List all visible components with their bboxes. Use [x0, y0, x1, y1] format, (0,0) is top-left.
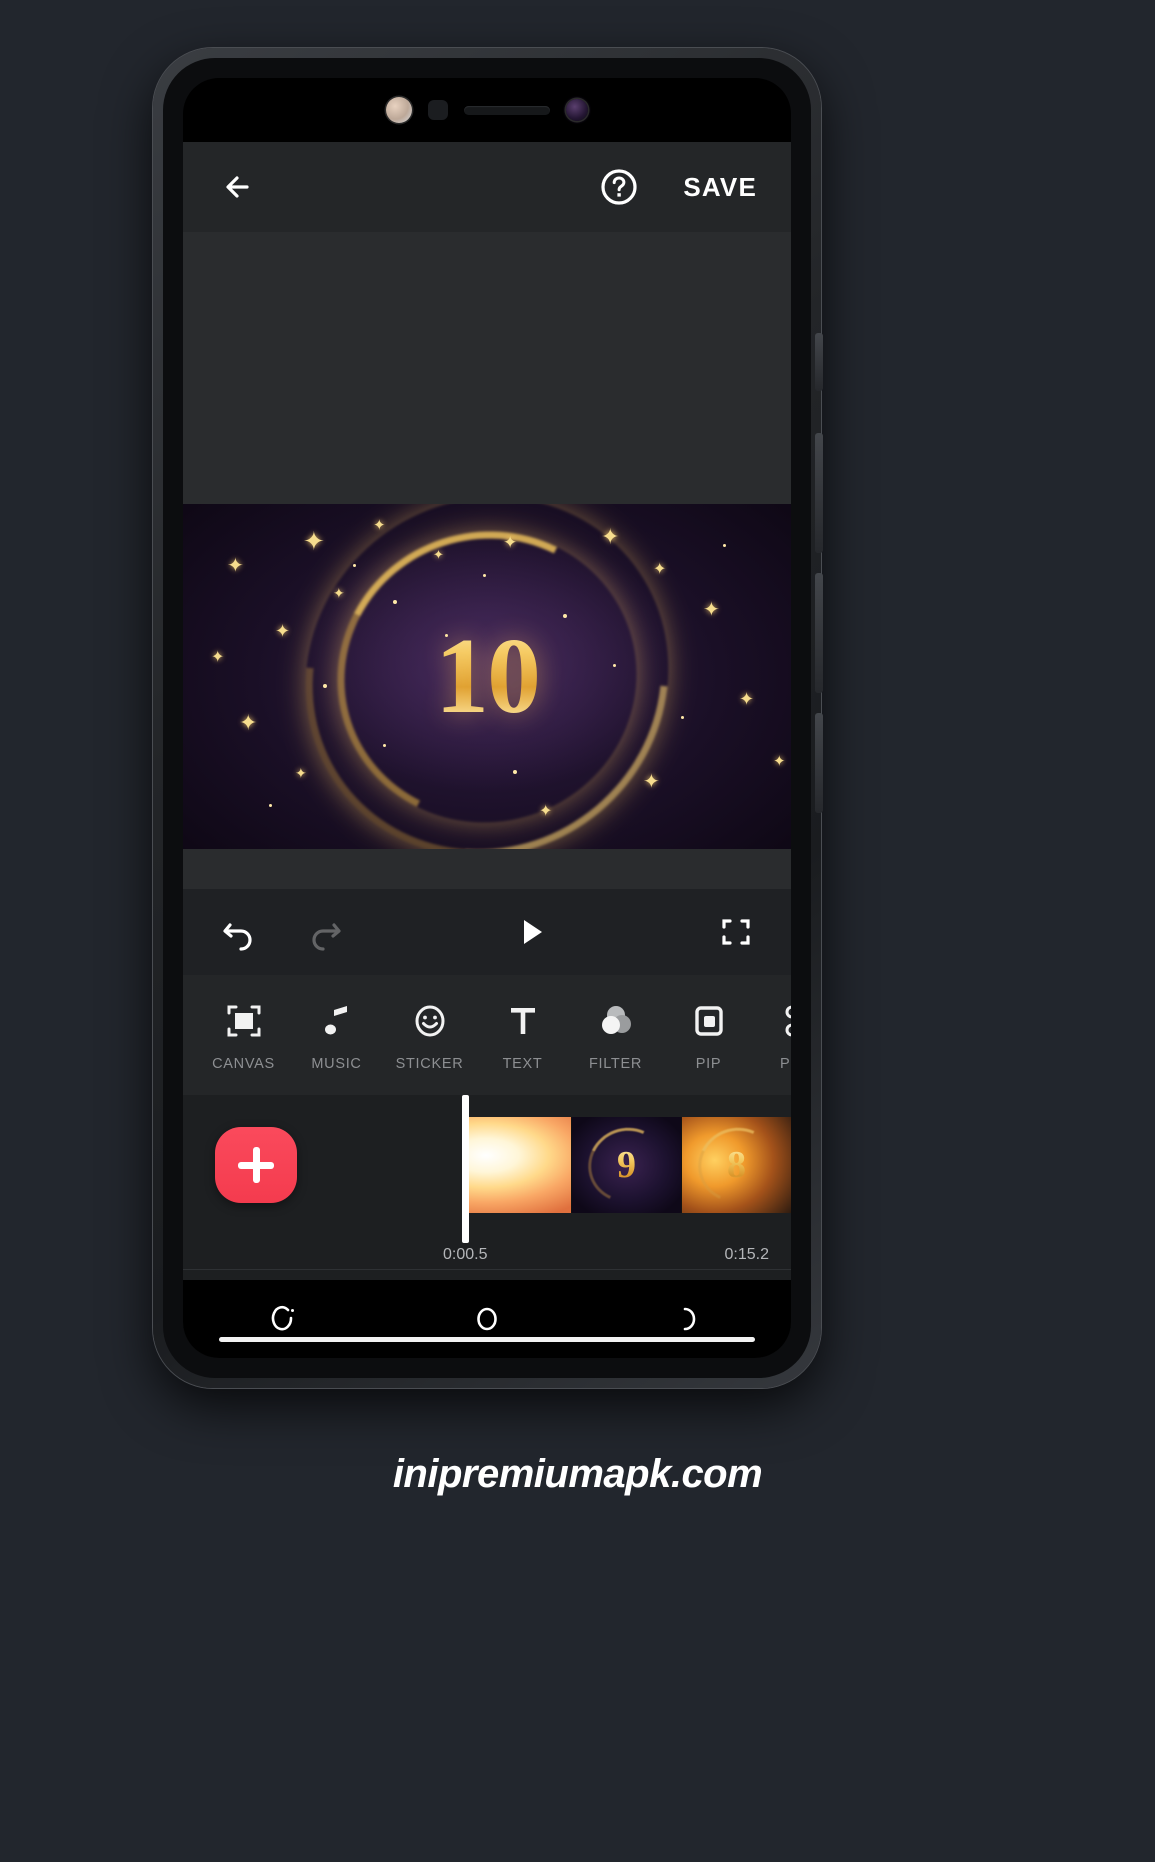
sparkle-dot	[483, 574, 486, 577]
watermark-text: inipremiumapk.com	[392, 1452, 763, 1496]
sparkle-star: ✦	[739, 689, 755, 709]
clip-number: 8	[727, 1144, 746, 1186]
phone-power-button[interactable]	[815, 713, 823, 813]
sensor-icon	[386, 97, 412, 123]
pip-icon	[690, 999, 728, 1043]
timeline-playhead[interactable]	[462, 1095, 469, 1243]
proximity-sensor-icon	[428, 100, 448, 120]
sparkle-star: ✦	[211, 649, 225, 666]
playback-right-group	[715, 911, 757, 953]
sparkle-dot	[723, 544, 726, 547]
earpiece-speaker	[464, 105, 550, 115]
phone-volume-up-button[interactable]	[815, 433, 823, 553]
tool-canvas[interactable]: CANVAS	[197, 999, 290, 1072]
tools-toolbar[interactable]: CANVAS MUSIC STICKER TEXT FILTER PIP P	[183, 975, 791, 1095]
android-navbar	[183, 1280, 791, 1358]
video-frame[interactable]: ✦ ✦ ✦ ✦ ✦ ✦ ✦ ✦ ✦ ✦ ✦ ✦ ✦ ✦ ✦ ✦ ✦ 10	[183, 504, 791, 849]
home-circle-icon[interactable]	[469, 1301, 505, 1337]
timeline-clip[interactable]: 8	[682, 1117, 791, 1213]
sparkle-star: ✦	[703, 599, 720, 621]
phone-notch	[337, 78, 637, 142]
countdown-number: 10	[435, 615, 541, 739]
tool-label: MUSIC	[311, 1055, 362, 1072]
sparkle-star: ✦	[303, 526, 325, 556]
sparkle-star: ✦	[295, 765, 307, 781]
phone-volume-down-button[interactable]	[815, 573, 823, 693]
tool-label: TEXT	[502, 1055, 543, 1072]
sparkle-star: ✦	[373, 517, 386, 534]
nav-back-icon[interactable]	[672, 1301, 708, 1337]
tool-label: STICKER	[395, 1055, 464, 1072]
tool-label: CANVAS	[212, 1055, 275, 1072]
playback-left-group	[217, 911, 347, 953]
sparkle-star: ✦	[333, 585, 345, 601]
sparkle-star: ✦	[643, 771, 660, 793]
sparkle-star: ✦	[239, 710, 258, 735]
timeline-clip[interactable]: 9	[572, 1117, 682, 1213]
sparkle-dot	[613, 664, 616, 667]
app-topbar: SAVE	[183, 142, 791, 232]
smiley-sticker-icon	[411, 999, 449, 1043]
timeline[interactable]: 9 8 0:00.5 0:15.2	[183, 1095, 791, 1280]
sparkle-dot	[681, 716, 684, 719]
page-root: SAVE ✦ ✦ ✦ ✦ ✦ ✦ ✦ ✦ ✦ ✦ ✦ ✦ ✦ ✦ ✦ ✦ ✦ 1…	[0, 0, 1155, 1862]
timeline-clip[interactable]	[462, 1117, 572, 1213]
tool-precut[interactable]: PREC	[755, 999, 791, 1072]
fullscreen-icon[interactable]	[715, 911, 757, 953]
sparkle-star: ✦	[773, 753, 786, 770]
tool-music[interactable]: MUSIC	[290, 999, 383, 1072]
tool-pip[interactable]: PIP	[662, 999, 755, 1072]
scissors-icon	[783, 999, 791, 1043]
back-arrow-icon[interactable]	[217, 165, 261, 209]
timeline-clips[interactable]: 9 8	[462, 1117, 791, 1213]
tool-label: PREC	[779, 1055, 791, 1072]
front-camera-icon	[566, 99, 588, 121]
tool-sticker[interactable]: STICKER	[383, 999, 476, 1072]
sparkle-dot	[563, 614, 567, 618]
sparkle-dot	[383, 744, 386, 747]
tool-label: PIP	[695, 1055, 722, 1072]
home-indicator	[219, 1337, 755, 1342]
total-time-label: 0:15.2	[724, 1246, 769, 1263]
video-editor-app: SAVE ✦ ✦ ✦ ✦ ✦ ✦ ✦ ✦ ✦ ✦ ✦ ✦ ✦ ✦ ✦ ✦ ✦ 1…	[183, 142, 791, 1358]
save-button[interactable]: SAVE	[683, 172, 757, 203]
tool-text[interactable]: TEXT	[476, 999, 569, 1072]
phone-screen: SAVE ✦ ✦ ✦ ✦ ✦ ✦ ✦ ✦ ✦ ✦ ✦ ✦ ✦ ✦ ✦ ✦ ✦ 1…	[183, 78, 791, 1358]
video-preview-area[interactable]: ✦ ✦ ✦ ✦ ✦ ✦ ✦ ✦ ✦ ✦ ✦ ✦ ✦ ✦ ✦ ✦ ✦ 10	[183, 232, 791, 889]
sparkle-star: ✦	[275, 621, 291, 641]
recents-icon[interactable]	[266, 1301, 302, 1337]
tool-filter[interactable]: FILTER	[569, 999, 662, 1072]
sparkle-dot	[513, 770, 517, 774]
add-media-button[interactable]	[215, 1127, 297, 1203]
play-icon[interactable]	[510, 911, 552, 953]
sparkle-dot	[353, 564, 356, 567]
clip-number: 9	[617, 1144, 636, 1186]
music-note-icon	[318, 999, 356, 1043]
playback-center-group	[347, 911, 715, 953]
tool-label: FILTER	[588, 1055, 643, 1072]
sparkle-star: ✦	[503, 533, 518, 552]
filter-circles-icon	[597, 999, 635, 1043]
sparkle-dot	[323, 684, 327, 688]
sparkle-star: ✦	[601, 524, 620, 549]
sparkle-star: ✦	[227, 555, 244, 577]
canvas-icon	[225, 999, 263, 1043]
timeline-rule	[183, 1269, 791, 1270]
sparkle-dot	[269, 804, 272, 807]
sparkle-star: ✦	[539, 803, 553, 820]
sparkle-star: ✦	[433, 547, 444, 562]
sparkle-star: ✦	[653, 561, 667, 578]
current-time-label: 0:00.5	[443, 1246, 488, 1263]
help-circle-icon[interactable]	[597, 165, 641, 209]
playback-toolbar	[183, 889, 791, 975]
redo-icon[interactable]	[305, 911, 347, 953]
undo-icon[interactable]	[217, 911, 259, 953]
phone-side-button[interactable]	[815, 333, 823, 391]
sparkle-dot	[393, 600, 397, 604]
text-t-icon	[504, 999, 542, 1043]
